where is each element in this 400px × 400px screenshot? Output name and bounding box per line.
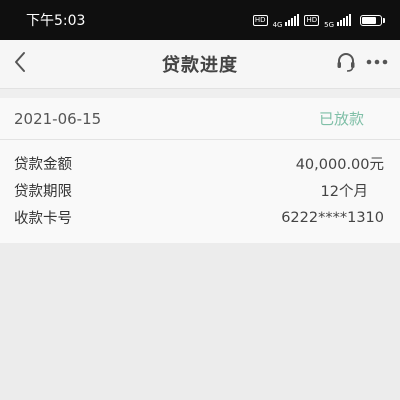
loan-status: 已放款 xyxy=(318,110,364,128)
detail-value: 12个月 xyxy=(320,184,368,200)
detail-value: 6222****1310 xyxy=(281,209,384,226)
battery-icon xyxy=(360,14,385,26)
detail-label: 贷款金额 xyxy=(14,157,72,173)
customer-service-button[interactable] xyxy=(334,50,358,74)
more-button[interactable] xyxy=(364,50,390,74)
network-type-1: 4G xyxy=(272,21,283,29)
detail-label: 收款卡号 xyxy=(14,211,72,227)
detail-row-amount: 贷款金额 40,000.00元 xyxy=(0,150,400,177)
chevron-left-icon xyxy=(15,52,25,72)
more-dots-icon xyxy=(366,59,388,65)
detail-row-term: 贷款期限 12个月 xyxy=(0,177,400,204)
loan-date: 2021-06-15 xyxy=(14,109,102,128)
status-icons: HD 4G HD 5G xyxy=(252,11,385,29)
signal-icon-1 xyxy=(285,14,300,26)
battery-level xyxy=(362,16,376,24)
detail-row-card-number: 收款卡号 6222****1310 xyxy=(0,204,400,231)
network-type-2: 5G xyxy=(324,21,334,29)
status-time: 下午5:03 xyxy=(26,13,86,29)
status-bar: 下午5:03 HD 4G HD 5G xyxy=(0,0,400,40)
signal-icon-2 xyxy=(337,14,351,26)
hd-badge-2: HD xyxy=(304,14,320,26)
page-title: 贷款进度 xyxy=(162,55,238,76)
detail-label: 贷款期限 xyxy=(14,184,72,200)
page-background xyxy=(0,243,400,400)
navigation-bar: 贷款进度 xyxy=(0,40,400,89)
back-button[interactable] xyxy=(6,48,34,76)
hd-badge-1: HD xyxy=(252,14,268,26)
headset-icon xyxy=(337,53,355,72)
detail-value: 40,000.00元 xyxy=(295,157,384,173)
loan-progress-card: 2021-06-15 已放款 贷款金额 40,000.00元 贷款期限 12个月… xyxy=(0,98,400,243)
loan-details: 贷款金额 40,000.00元 贷款期限 12个月 收款卡号 6222****1… xyxy=(0,140,400,231)
card-header: 2021-06-15 已放款 xyxy=(0,98,400,140)
